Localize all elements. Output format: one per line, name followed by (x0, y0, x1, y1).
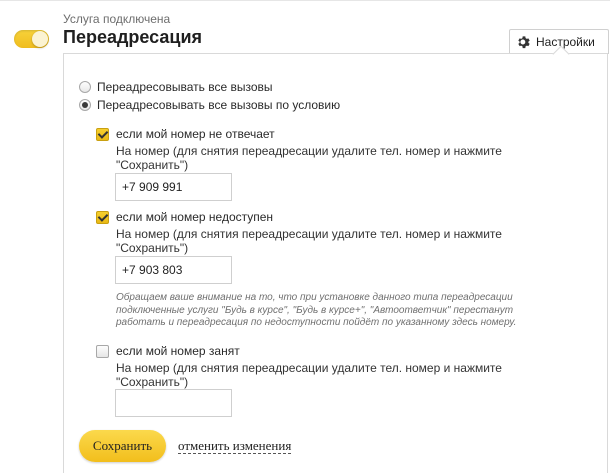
checkbox-no-answer-label: если мой номер не отвечает (116, 127, 275, 141)
no-answer-hint: На номер (для снятия переадресации удали… (116, 144, 502, 172)
settings-label: Настройки (536, 35, 595, 49)
radio-all-calls-label: Переадресовывать все вызовы (97, 80, 273, 94)
gear-icon (518, 36, 530, 49)
unavailable-phone-input[interactable] (115, 256, 232, 284)
busy-hint: На номер (для снятия переадресации удали… (116, 361, 502, 389)
checkbox-unavailable-label: если мой номер недоступен (116, 210, 274, 224)
busy-phone-input[interactable] (115, 389, 232, 417)
radio-conditional-label: Переадресовывать все вызовы по условию (97, 98, 341, 112)
top-divider (0, 0, 610, 1)
checkbox-busy-control[interactable] (96, 344, 109, 358)
toggle-knob (32, 31, 48, 47)
service-status: Услуга подключена (63, 12, 171, 26)
checkbox-unavailable[interactable]: если мой номер недоступен (96, 210, 273, 224)
checkbox-no-answer-control[interactable] (96, 127, 109, 141)
cancel-changes-link[interactable]: отменить изменения (178, 438, 292, 454)
save-button[interactable]: Сохранить (79, 430, 166, 462)
checkbox-unavailable-control[interactable] (96, 210, 109, 224)
unavailable-hint: На номер (для снятия переадресации удали… (116, 227, 502, 255)
service-toggle[interactable] (14, 30, 49, 48)
radio-all-calls-control[interactable] (79, 81, 91, 93)
checkbox-busy[interactable]: если мой номер занят (96, 344, 240, 358)
checkbox-busy-label: если мой номер занят (116, 344, 240, 358)
forwarding-notice: Обращаем ваше внимание на то, что при ус… (116, 292, 517, 328)
radio-conditional-control[interactable] (79, 99, 91, 111)
radio-conditional[interactable]: Переадресовывать все вызовы по условию (79, 98, 340, 112)
radio-all-calls[interactable]: Переадресовывать все вызовы (79, 80, 273, 94)
checkbox-no-answer[interactable]: если мой номер не отвечает (96, 127, 275, 141)
page-title: Переадресация (63, 27, 203, 47)
no-answer-phone-input[interactable] (115, 173, 232, 201)
